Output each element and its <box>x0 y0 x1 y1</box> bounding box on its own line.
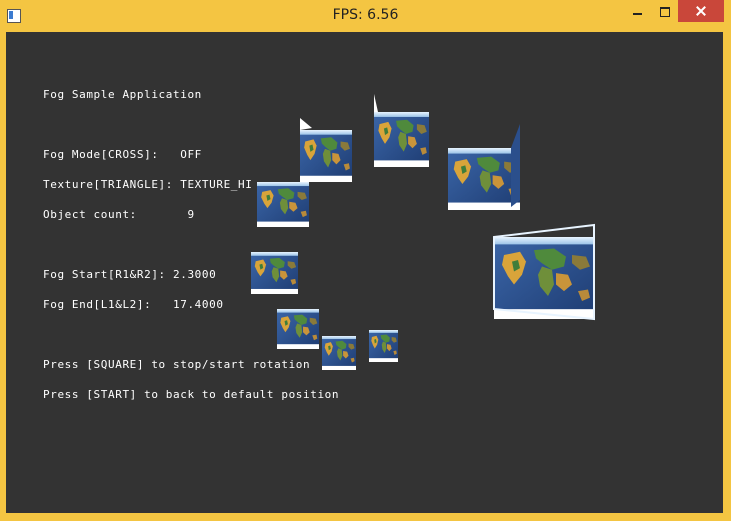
fog-end-text: Fog End[L1&L2]: 17.4000 <box>43 298 224 311</box>
earth-panel <box>448 148 520 210</box>
earth-panel-edge <box>374 94 378 112</box>
hint-square-text: Press [SQUARE] to stop/start rotation <box>43 358 311 371</box>
app-title-text: Fog Sample Application <box>43 88 202 101</box>
texture-text: Texture[TRIANGLE]: TEXTURE_HI <box>43 178 253 191</box>
title-bar[interactable]: FPS: 6.56 <box>0 0 731 32</box>
render-viewport[interactable]: Fog Sample Application Fog Mode[CROSS]: … <box>6 32 723 513</box>
object-count-text: Object count: 9 <box>43 208 195 221</box>
earth-panel <box>494 237 594 319</box>
earth-panel-edge <box>511 124 520 207</box>
debug-overlay: Fog Sample Application Fog Mode[CROSS]: … <box>43 70 339 420</box>
close-button[interactable] <box>678 0 724 22</box>
window-title: FPS: 6.56 <box>332 7 399 23</box>
fog-start-text: Fog Start[R1&R2]: 2.3000 <box>43 268 217 281</box>
maximize-button[interactable] <box>651 0 678 22</box>
earth-panel <box>369 330 398 362</box>
app-window: FPS: 6.56 Fog Sample Application Fog Mod… <box>0 0 731 521</box>
hint-start-text: Press [START] to back to default positio… <box>43 388 340 401</box>
fog-mode-text: Fog Mode[CROSS]: OFF <box>43 148 202 161</box>
earth-panel <box>374 112 429 167</box>
minimize-button[interactable] <box>624 0 651 22</box>
